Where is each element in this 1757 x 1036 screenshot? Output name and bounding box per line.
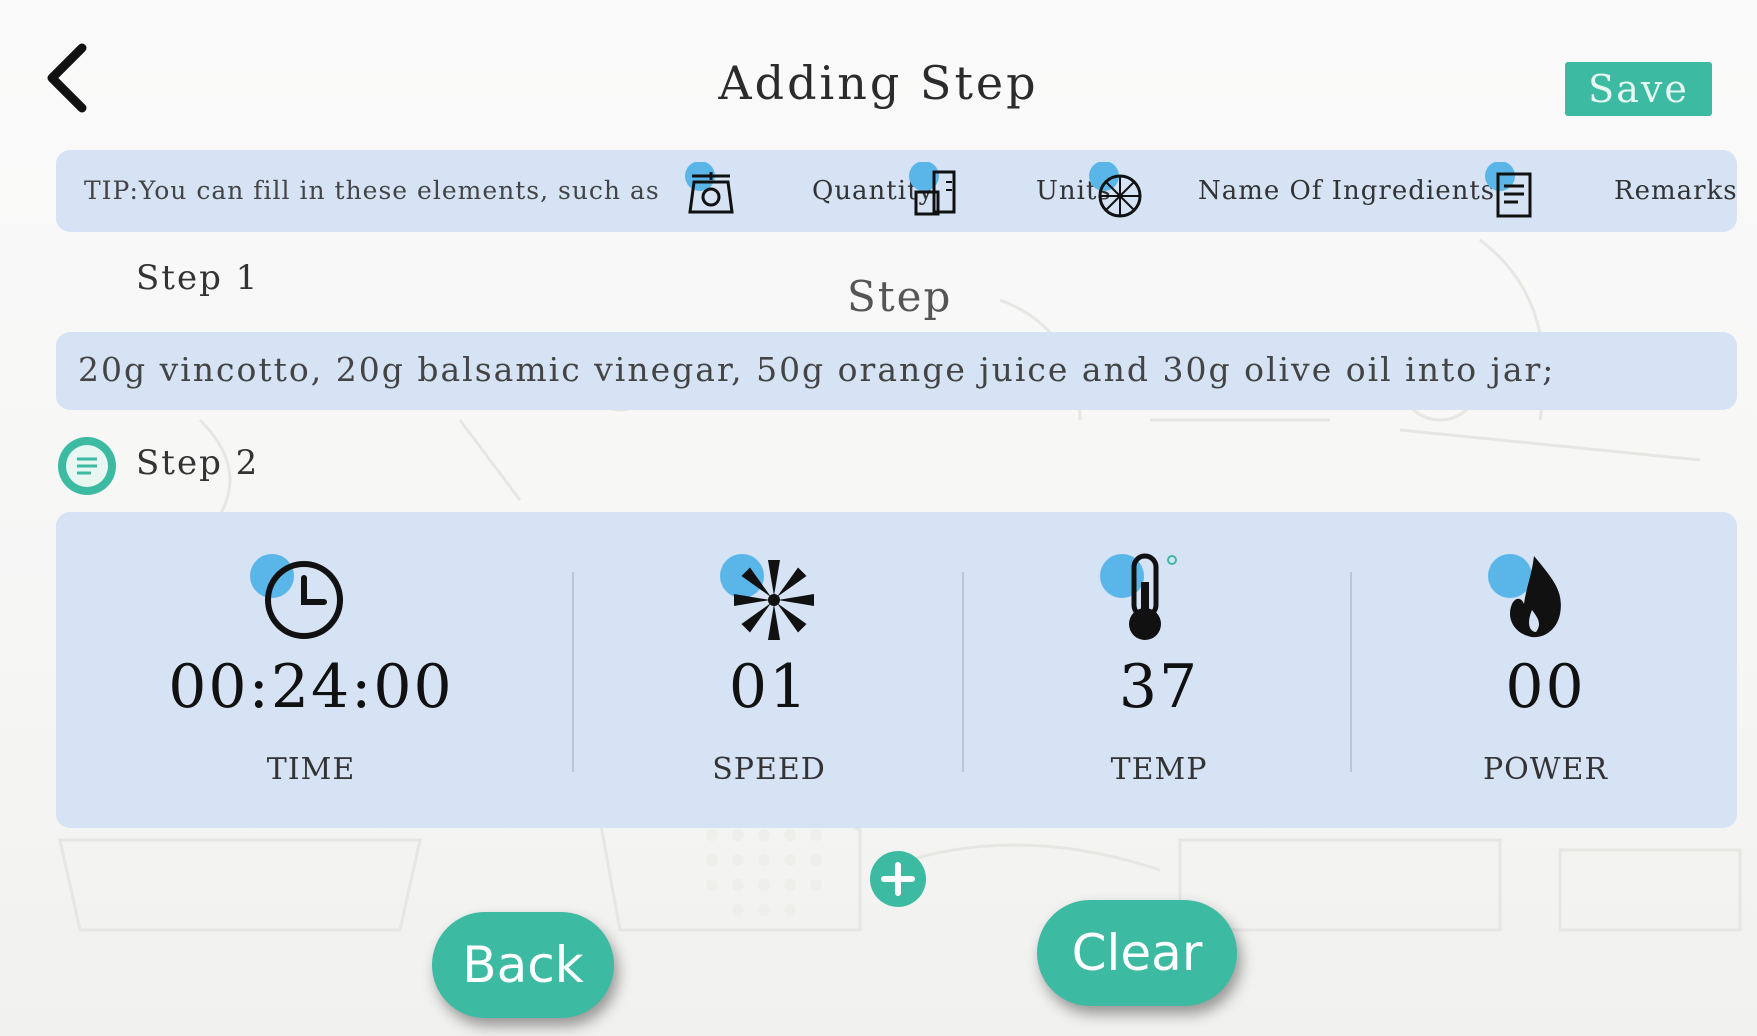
- clear-button[interactable]: Clear: [1037, 900, 1237, 1006]
- temp-value: 37: [1118, 652, 1200, 722]
- param-time[interactable]: 00:24:00 TIME: [56, 512, 566, 828]
- speed-label: SPEED: [712, 752, 826, 787]
- tip-text: TIP:You can fill in these elements, such…: [84, 176, 660, 205]
- param-divider: [1350, 572, 1352, 772]
- time-value: 00:24:00: [168, 652, 454, 722]
- power-label: POWER: [1482, 752, 1609, 787]
- param-speed[interactable]: 01 SPEED: [576, 512, 962, 828]
- back-button[interactable]: Back: [432, 912, 614, 1018]
- speed-value: 01: [728, 652, 810, 722]
- step-2-label: Step 2: [136, 443, 260, 483]
- param-divider: [962, 572, 964, 772]
- tip-item-name-of-ingredients[interactable]: Name Of Ingredients: [1086, 162, 1506, 220]
- notes-icon: [1485, 162, 1532, 218]
- scale-icon: [685, 162, 734, 214]
- step-1-label: Step 1: [136, 258, 260, 298]
- save-button[interactable]: Save: [1565, 62, 1712, 116]
- tip-item-units[interactable]: Units: [906, 162, 1111, 220]
- step-note-icon[interactable]: [56, 435, 118, 497]
- tip-item-label: Remarks: [1614, 176, 1738, 206]
- flame-icon: [1488, 554, 1561, 638]
- ingredient-icon: [1089, 162, 1142, 218]
- param-divider: [572, 572, 574, 772]
- power-value: 00: [1505, 652, 1586, 722]
- step-placeholder-label: Step: [847, 272, 953, 321]
- measuring-cup-icon: [909, 162, 956, 216]
- tip-item-remarks[interactable]: Remarks: [1482, 162, 1742, 220]
- param-temp[interactable]: 37 TEMP: [966, 512, 1352, 828]
- clock-icon: [250, 554, 343, 639]
- param-power[interactable]: 00 POWER: [1354, 512, 1737, 828]
- step-1-text-field[interactable]: 20g vincotto, 20g balsamic vinegar, 50g …: [56, 332, 1737, 410]
- blade-icon: [720, 554, 814, 640]
- tip-item-label: Name Of Ingredients: [1198, 176, 1496, 206]
- plus-icon[interactable]: [868, 849, 928, 909]
- adding-step-screen: Adding Step Save TIP:You can fill in the…: [0, 0, 1757, 1036]
- step-1-text: 20g vincotto, 20g balsamic vinegar, 50g …: [78, 350, 1556, 389]
- time-label: TIME: [266, 752, 356, 787]
- temp-label: TEMP: [1110, 752, 1208, 787]
- tip-bar: TIP:You can fill in these elements, such…: [56, 150, 1737, 232]
- step-2-parameters-panel: 00:24:00 TIME 01 SPEED 37 TEMP 00 POWER: [56, 512, 1737, 828]
- tip-item-quantity[interactable]: Quantity: [682, 162, 933, 220]
- thermometer-icon: [1100, 553, 1177, 640]
- page-title: Adding Step: [718, 56, 1039, 110]
